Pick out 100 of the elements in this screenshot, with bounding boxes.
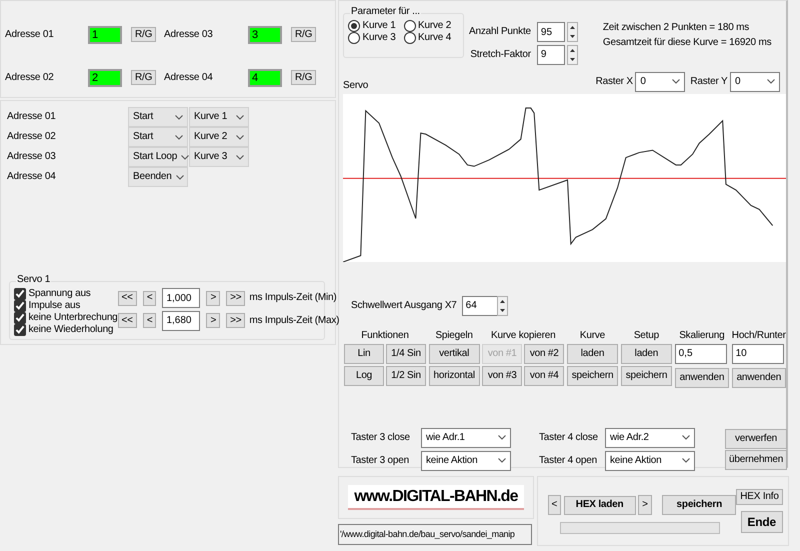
dropdown[interactable]: Kurve 3: [189, 147, 249, 167]
raster-label: Raster X: [596, 76, 633, 88]
address-label: Adresse 01: [7, 111, 57, 123]
input-field[interactable]: 64: [462, 296, 498, 316]
radio-button[interactable]: [348, 32, 360, 44]
radio-label: Kurve 1: [362, 20, 396, 32]
tool-button[interactable]: speichern: [620, 366, 672, 386]
pulse-label: ms Impuls-Zeit (Min): [249, 292, 337, 304]
rg-button[interactable]: R/G: [131, 70, 156, 85]
group-title: Spiegeln: [435, 330, 473, 342]
tool-button[interactable]: von #2: [524, 344, 564, 364]
field-label: Stretch-Faktor: [470, 48, 531, 60]
dropdown[interactable]: wie Adr.1: [421, 428, 511, 448]
info-button[interactable]: HEX Info: [736, 489, 783, 505]
dropdown[interactable]: keine Aktion: [605, 450, 695, 470]
chevron-down-icon: [682, 458, 690, 463]
prev-button[interactable]: <: [548, 495, 562, 515]
step-button[interactable]: >: [206, 290, 220, 306]
radio-button[interactable]: [348, 20, 360, 32]
checkbox-label: keine Unterbrechung: [28, 312, 118, 324]
graph-title: Servo: [343, 80, 368, 92]
rg-button[interactable]: R/G: [291, 27, 316, 42]
input-field[interactable]: 1,000: [162, 288, 200, 308]
checkbox[interactable]: [14, 324, 26, 336]
input-field[interactable]: 1,680: [162, 310, 200, 330]
input-field[interactable]: 4: [248, 68, 282, 86]
rg-button[interactable]: R/G: [131, 27, 156, 42]
step-button[interactable]: >>: [226, 290, 246, 306]
step-button[interactable]: >: [206, 313, 220, 328]
field-label: Anzahl Punkte: [469, 26, 531, 38]
chevron-down-icon: [682, 435, 690, 440]
dropdown[interactable]: wie Adr.2: [605, 428, 695, 448]
input-field[interactable]: 9: [536, 44, 565, 64]
action-button[interactable]: verwerfen: [725, 428, 787, 448]
group-title: Kurve kopieren: [491, 330, 556, 342]
dropdown[interactable]: Kurve 2: [189, 127, 249, 147]
step-button[interactable]: <: [142, 290, 156, 306]
input-field[interactable]: 1: [88, 26, 122, 44]
radio-button[interactable]: [404, 32, 416, 44]
input-field[interactable]: 3: [248, 26, 282, 44]
taster-label: Taster 3 close: [351, 432, 411, 444]
checkbox[interactable]: [14, 288, 26, 300]
chevron-down-icon: [672, 79, 680, 84]
tool-button[interactable]: Lin: [344, 344, 384, 364]
save-button[interactable]: speichern: [662, 495, 736, 515]
tool-button[interactable]: anwenden: [732, 368, 786, 388]
dropdown[interactable]: Start: [128, 107, 188, 127]
dropdown[interactable]: Start: [128, 127, 188, 147]
step-button[interactable]: <<: [118, 313, 137, 328]
step-button[interactable]: >>: [226, 313, 246, 328]
checkbox-label: Impulse aus: [28, 300, 80, 312]
dropdown[interactable]: Start Loop: [128, 147, 188, 167]
step-button[interactable]: <<: [118, 290, 137, 306]
tool-button[interactable]: vertikal: [428, 344, 480, 364]
tool-button[interactable]: laden: [620, 344, 672, 364]
input-field[interactable]: 2: [88, 68, 122, 86]
input-field[interactable]: 95: [536, 22, 565, 42]
tool-button[interactable]: speichern: [566, 366, 618, 386]
tool-button[interactable]: anwenden: [674, 368, 730, 388]
checkbox-label: Spannung aus: [28, 288, 91, 300]
radio-button[interactable]: [404, 20, 416, 32]
tool-button[interactable]: Log: [344, 366, 384, 386]
tool-button[interactable]: 1/2 Sin: [386, 366, 426, 386]
radio-label: Kurve 2: [418, 20, 452, 32]
threshold-label: Schwellwert Ausgang X7: [351, 300, 457, 312]
chevron-down-icon: [181, 154, 190, 160]
dropdown[interactable]: Beenden: [128, 167, 188, 187]
info-text: Zeit zwischen 2 Punkten = 180 ms: [602, 22, 750, 34]
chevron-down-icon: [498, 435, 506, 440]
action-button[interactable]: übernehmen: [725, 450, 787, 470]
url-field[interactable]: '/www.digital-bahn.de/bau_servo/sandei_manip: [338, 524, 532, 545]
address-label: Adresse 02: [7, 131, 57, 143]
checkbox[interactable]: [14, 300, 26, 312]
rg-button[interactable]: R/G: [291, 70, 316, 85]
dropdown[interactable]: Kurve 1: [189, 107, 249, 127]
exit-button[interactable]: Ende: [740, 511, 783, 533]
step-button[interactable]: <: [142, 313, 156, 328]
taster-label: Taster 4 close: [539, 432, 599, 444]
chevron-down-icon: [175, 134, 183, 140]
input-field[interactable]: 0,5: [674, 344, 727, 364]
dropdown[interactable]: 0: [730, 72, 780, 92]
input-field[interactable]: 10: [732, 344, 784, 364]
chevron-down-icon: [236, 134, 244, 140]
tool-button[interactable]: horizontal: [428, 366, 480, 386]
next-button[interactable]: >: [638, 495, 652, 515]
checkbox[interactable]: [14, 312, 26, 324]
chevron-down-icon: [236, 154, 244, 160]
info-text: Gesamtzeit für diese Kurve = 16920 ms: [602, 37, 772, 49]
address-label: Adresse 02: [5, 72, 55, 84]
dropdown[interactable]: keine Aktion: [421, 450, 511, 470]
address-label: Adresse 04: [7, 171, 57, 183]
address-label: Adresse 03: [7, 151, 57, 163]
tool-button[interactable]: 1/4 Sin: [386, 344, 426, 364]
tool-button[interactable]: laden: [566, 344, 618, 364]
load-button[interactable]: HEX laden: [564, 496, 636, 514]
tool-button[interactable]: von #3: [482, 366, 522, 386]
tool-button[interactable]: von #4: [524, 366, 564, 386]
logo[interactable]: www.DIGITAL-BAHN.de: [348, 484, 524, 510]
dropdown[interactable]: 0: [635, 72, 686, 92]
group-title: Hoch/Runter: [732, 330, 786, 342]
